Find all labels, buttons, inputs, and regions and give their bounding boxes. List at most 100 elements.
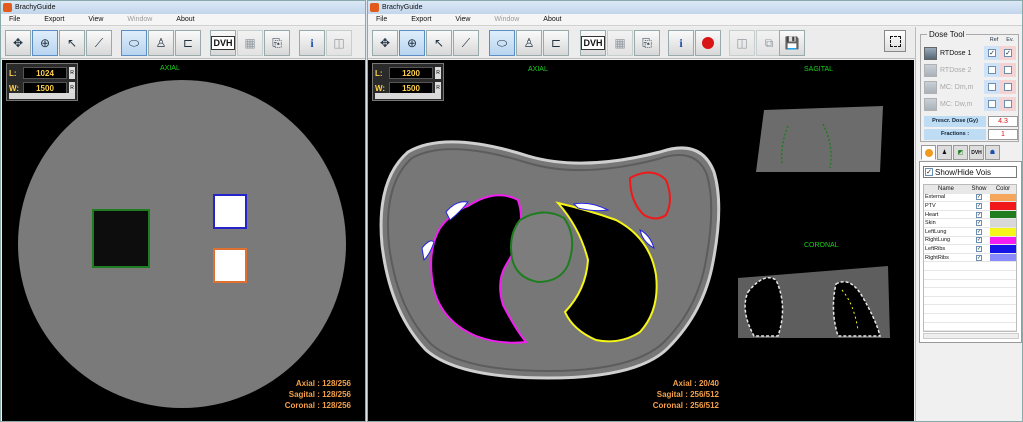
dose-icon[interactable] [924,80,937,94]
record-button[interactable] [695,30,721,56]
voi-color-swatch[interactable] [990,202,1016,210]
menu-about[interactable]: About [176,14,194,26]
measure-button[interactable]: ⟋ [453,30,479,56]
ref-checkbox[interactable] [988,66,996,74]
table-row[interactable]: Heart ✓ [924,210,1016,220]
table-row[interactable]: LeftRibs ✓ [924,245,1016,254]
menu-export[interactable]: Export [411,14,431,26]
show-hide-vois[interactable]: ✓ Show/Hide Vois [923,166,1017,178]
sagittal-view-button[interactable]: ♙ [516,30,542,56]
menu-view[interactable]: View [88,14,103,26]
layers-button[interactable]: ◫ [326,30,352,56]
ref-checkbox[interactable] [988,83,996,91]
vois-horizontal-scrollbar[interactable] [923,333,1019,339]
voi-show-checkbox[interactable]: ✓ [976,254,982,261]
pan-tool-button[interactable]: ✥ [372,30,398,56]
menu-about[interactable]: About [543,14,561,26]
tab-patient[interactable]: ☗ [985,145,1000,160]
ev-checkbox[interactable]: ✓ [1004,49,1012,57]
level-spinner[interactable]: R [69,67,75,79]
ev-checkbox[interactable] [1004,100,1012,108]
voi-show-checkbox[interactable]: ✓ [976,228,982,235]
report-button[interactable]: ⎘ [634,30,660,56]
dose-row: MC: Dw,m [924,96,1018,112]
dose-icon[interactable] [924,46,937,60]
tab-anatomy[interactable]: ♟ [937,145,952,160]
dose-icon[interactable] [924,63,937,77]
coronal-view-button[interactable]: ⊏ [543,30,569,56]
window-level-button[interactable]: ↖ [426,30,452,56]
save-button[interactable]: 💾 [779,30,805,56]
voi-name: External [925,194,946,201]
voi-color-swatch[interactable] [990,219,1016,227]
resize-view-button[interactable] [884,30,906,52]
fractions-input[interactable]: 1 [988,129,1018,140]
ref-checkbox[interactable]: ✓ [988,49,996,57]
voi-show-checkbox[interactable]: ✓ [976,194,982,201]
axial-viewer[interactable]: L: 1024 R W: 1500 R AXIAL Axial : 128/25… [2,60,365,421]
zoom-tool-button[interactable]: ⊕ [399,30,425,56]
voi-color-swatch[interactable] [990,253,1016,262]
tab-structures[interactable]: ◩ [953,145,968,160]
dvh-button[interactable]: DVH [210,30,236,56]
voi-show-checkbox[interactable]: ✓ [976,202,982,209]
voi-color-swatch[interactable] [990,236,1016,245]
voi-color-swatch[interactable] [990,227,1016,236]
cursor-icon: ↖ [433,36,445,50]
coronal-view-icon: ⊏ [550,36,562,50]
menu-file[interactable]: File [9,14,20,26]
pan-tool-button[interactable]: ✥ [5,30,31,56]
coronal-view-button[interactable]: ⊏ [175,30,201,56]
ev-checkbox[interactable] [1004,66,1012,74]
menu-file[interactable]: File [376,14,387,26]
window-level-button[interactable]: ↖ [59,30,85,56]
voi-show-checkbox[interactable]: ✓ [976,220,982,227]
window-level-slider[interactable] [9,93,75,99]
level-input[interactable]: 1024 [23,67,67,79]
dose-icon[interactable] [924,97,937,111]
ev-checkbox[interactable] [1004,83,1012,91]
window-level-slider[interactable] [375,93,441,99]
table-row[interactable]: LeftLung ✓ [924,227,1016,237]
title-bar: BrachyGuide [1,1,365,14]
image-tool-button[interactable]: ▦ [237,30,263,56]
voi-color-swatch[interactable] [990,245,1016,253]
voi-color-swatch[interactable] [990,210,1016,219]
ct-viewer[interactable]: L: 1200 R W: 1500 R AXIAL SAGITAL CORONA… [368,60,914,421]
voi-show-checkbox[interactable]: ✓ [976,245,982,252]
info-button[interactable]: i [299,30,325,56]
image-icon: ▦ [614,36,626,50]
voi-show-checkbox[interactable]: ✓ [976,211,982,218]
menu-view[interactable]: View [455,14,470,26]
show-hide-vois-checkbox[interactable]: ✓ [925,168,933,176]
image-tool-button[interactable]: ▦ [607,30,633,56]
table-row[interactable]: RightLung ✓ [924,236,1016,246]
ref-checkbox[interactable] [988,100,996,108]
level-input[interactable]: 1200 [389,67,433,79]
sagittal-view-button[interactable]: ♙ [148,30,174,56]
info-button[interactable]: i [668,30,694,56]
table-row[interactable]: RightRibs ✓ [924,253,1016,263]
report-button[interactable]: ⎘ [264,30,290,56]
table-row[interactable]: Skin ✓ [924,219,1016,228]
voi-show-checkbox[interactable]: ✓ [976,237,982,244]
tab-dose[interactable] [921,145,936,160]
prescription-input[interactable]: 4.3 [988,116,1018,127]
menu-window[interactable]: Window [494,14,519,26]
tab-dvh[interactable]: DVH [969,145,984,160]
table-row[interactable]: PTV ✓ [924,202,1016,211]
menu-export[interactable]: Export [44,14,64,26]
measure-button[interactable]: ⟋ [86,30,112,56]
axial-view-button[interactable]: ⬭ [121,30,147,56]
dose-name: MC: Dm,m [940,83,974,91]
menu-window[interactable]: Window [127,14,152,26]
axial-view-button[interactable]: ⬭ [489,30,515,56]
layers-button[interactable]: ◫ [729,30,755,56]
zoom-tool-button[interactable]: ⊕ [32,30,58,56]
voi-color-swatch[interactable] [990,193,1016,202]
table-row[interactable]: External ✓ [924,193,1016,203]
level-spinner[interactable]: R [435,67,441,79]
dvh-button[interactable]: DVH [580,30,606,56]
empty-table-row [924,314,1016,323]
app-icon [370,3,379,12]
